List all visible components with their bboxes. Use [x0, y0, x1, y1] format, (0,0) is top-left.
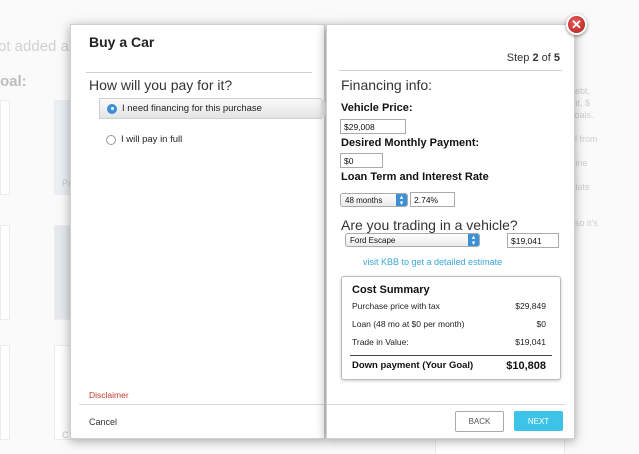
trade-vehicle-value: Ford Escape — [350, 235, 396, 245]
radio-selected-icon[interactable] — [107, 103, 117, 114]
payment-question: How will you pay for it? — [89, 77, 233, 93]
option-pay-in-full-label: I will pay in full — [121, 134, 183, 145]
summary-row: Trade in Value: $19,041 — [352, 337, 546, 347]
step-indicator: Step 2 of 5 — [506, 52, 560, 64]
option-financing-label: I need financing for this purchase — [122, 103, 262, 114]
down-payment-total: Down payment (Your Goal) $10,808 — [352, 360, 546, 372]
close-icon[interactable]: ✕ — [566, 14, 587, 35]
option-financing[interactable]: I need financing for this purchase — [99, 98, 332, 120]
radio-unselected-icon[interactable] — [106, 134, 116, 145]
summary-row: Loan (48 mo at $0 per month) $0 — [352, 319, 546, 329]
loan-term-select[interactable]: 48 months ▴ ▾ — [340, 193, 408, 207]
divider — [79, 404, 324, 405]
kbb-link[interactable]: visit KBB to get a detailed estimate — [363, 257, 502, 267]
trade-value-input[interactable]: $19,041 — [507, 233, 559, 248]
back-button[interactable]: BACK — [455, 411, 504, 432]
loan-term-label: Loan Term and Interest Rate — [341, 171, 489, 183]
summary-divider — [350, 355, 552, 356]
trade-vehicle-select[interactable]: Ford Escape ▴ ▾ — [345, 233, 480, 247]
divider — [86, 72, 312, 73]
vehicle-price-input[interactable]: $29,008 — [340, 119, 406, 134]
cancel-link[interactable]: Cancel — [89, 417, 117, 427]
modal-left-page: Buy a Car How will you pay for it? I nee… — [70, 24, 332, 439]
modal-right-page: Step 2 of 5 Financing info: Vehicle Pric… — [326, 24, 575, 439]
cost-summary-card: Cost Summary Purchase price with tax $29,… — [341, 276, 561, 380]
loan-term-value: 48 months — [345, 195, 383, 205]
option-pay-in-full[interactable]: I will pay in full — [99, 129, 321, 150]
trade-question: Are you trading in a vehicle? — [341, 217, 518, 233]
monthly-payment-input[interactable]: $0 — [340, 153, 383, 168]
financing-heading: Financing info: — [341, 77, 433, 93]
modal-title: Buy a Car — [89, 34, 155, 50]
monthly-payment-label: Desired Monthly Payment: — [341, 137, 480, 149]
divider — [327, 404, 566, 405]
select-arrows-icon[interactable]: ▴ ▾ — [468, 234, 479, 247]
next-button[interactable]: NEXT — [514, 411, 563, 431]
divider — [339, 70, 562, 71]
summary-row: Purchase price with tax $29,849 — [352, 301, 546, 311]
vehicle-price-label: Vehicle Price: — [341, 102, 413, 114]
cost-summary-title: Cost Summary — [352, 284, 430, 296]
select-arrows-icon[interactable]: ▴ ▾ — [396, 194, 407, 207]
interest-rate-input[interactable]: 2.74% — [410, 192, 455, 207]
disclaimer-link[interactable]: Disclaimer — [89, 390, 129, 400]
